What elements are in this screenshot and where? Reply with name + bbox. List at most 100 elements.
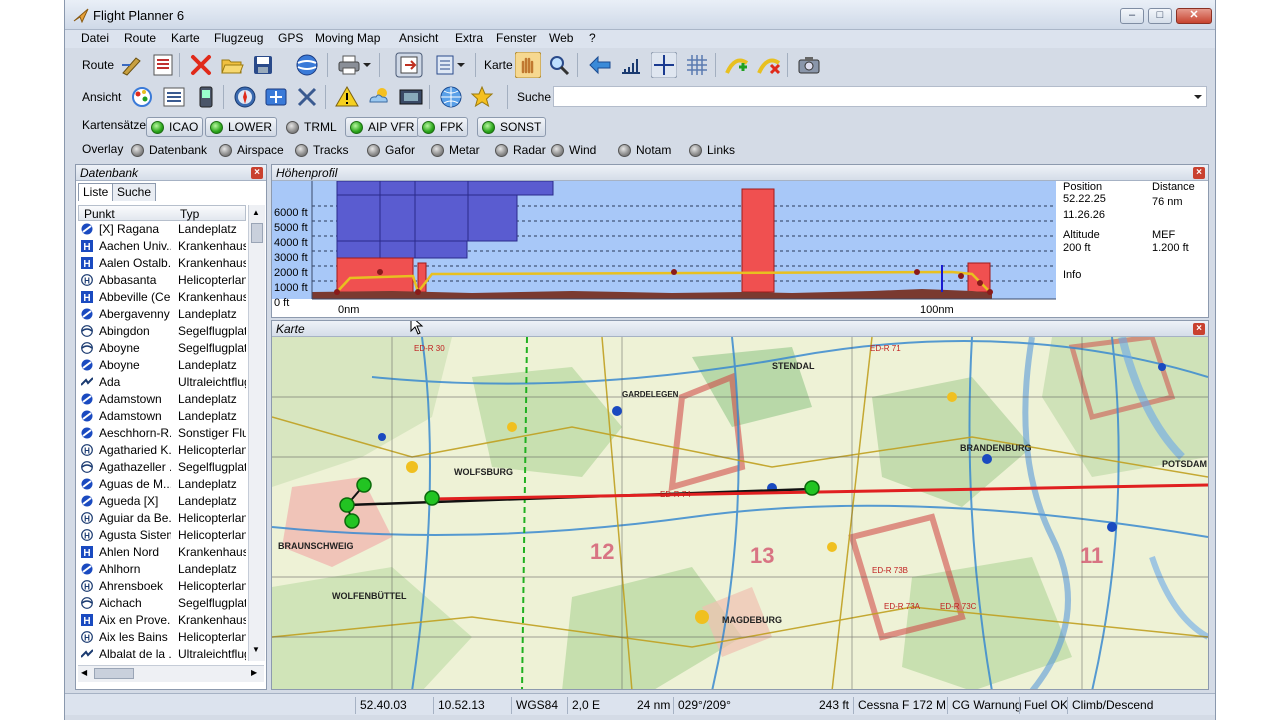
list-item[interactable]: Aeschhorn-R... Sonstiger Flug [78, 425, 246, 442]
edit-route-icon[interactable] [120, 53, 144, 77]
toggle-trml[interactable]: TRML [281, 117, 342, 137]
list-item[interactable]: Adamstown Landeplatz [78, 408, 246, 425]
vertical-scrollbar[interactable]: ▲ ▼ [248, 205, 265, 661]
aeronautical-map[interactable]: 12 13 11 WOLFSBURG BRAUNSCHWEIG MAGDEBUR… [272, 337, 1208, 690]
web-globe-icon[interactable] [439, 85, 463, 109]
globe-icon[interactable] [295, 53, 319, 77]
search-input[interactable] [553, 86, 1207, 107]
crosshair-icon[interactable] [651, 52, 677, 78]
tools-icon[interactable] [295, 85, 319, 109]
list-item[interactable]: Adamstown Landeplatz [78, 391, 246, 408]
airport-map-icon[interactable] [130, 85, 154, 109]
menu-karte[interactable]: Karte [171, 31, 200, 45]
list-item[interactable]: Albalat de la ... Ultraleichtflugp [78, 646, 246, 661]
menu-gps[interactable]: GPS [278, 31, 303, 45]
list-item[interactable]: H Ahlen Nord Krankenhaus [78, 544, 246, 561]
list-item[interactable]: H Agusta Sistemi Helicopterlanc [78, 527, 246, 544]
menu-datei[interactable]: Datei [81, 31, 109, 45]
open-folder-icon[interactable] [220, 53, 244, 77]
toggle-aip-vfr[interactable]: AIP VFR [345, 117, 420, 137]
delete-route-icon[interactable] [189, 53, 213, 77]
overlay-airspace[interactable]: Airspace [219, 142, 284, 158]
overlay-notam[interactable]: Notam [618, 142, 671, 158]
zoom-icon[interactable] [547, 53, 571, 77]
scroll-down-icon[interactable]: ▼ [252, 645, 260, 654]
horizontal-scrollbar[interactable]: ◀ ▶ [78, 665, 264, 682]
toggle-icao[interactable]: ICAO [146, 117, 204, 137]
overlay-tracks[interactable]: Tracks [295, 142, 349, 158]
list-item[interactable]: [X] Ragana Landeplatz [78, 221, 246, 238]
maximize-button[interactable]: □ [1148, 8, 1172, 24]
close-icon[interactable]: × [1193, 167, 1205, 179]
grid-icon[interactable] [685, 53, 709, 77]
close-button[interactable]: ✕ [1176, 8, 1212, 24]
scroll-thumb[interactable] [94, 668, 134, 679]
list-view-icon[interactable] [162, 85, 186, 109]
overlay-radar[interactable]: Radar [495, 142, 546, 158]
list-item[interactable]: H Agatharied K... Helicopterlanc [78, 442, 246, 459]
list-item[interactable]: Abergavenny Landeplatz [78, 306, 246, 323]
remove-waypoint-icon[interactable] [757, 53, 781, 77]
list-item[interactable]: H Aachen Univ... Krankenhaus [78, 238, 246, 255]
overlay-datenbank[interactable]: Datenbank [131, 142, 207, 158]
tab-liste[interactable]: Liste [78, 183, 114, 201]
toggle-fpk[interactable]: FPK [417, 117, 469, 137]
save-icon[interactable] [251, 53, 275, 77]
menu-route[interactable]: Route [124, 31, 156, 45]
list-item[interactable]: H Aix en Prove... Krankenhaus [78, 612, 246, 629]
menu-fenster[interactable]: Fenster [496, 31, 537, 45]
weather-icon[interactable] [367, 85, 391, 109]
list-item[interactable]: Ahlhorn Landeplatz [78, 561, 246, 578]
arrow-left-right-icon[interactable] [588, 53, 612, 77]
list-item[interactable]: Aboyne Segelflugplatz [78, 340, 246, 357]
menu-web[interactable]: Web [549, 31, 573, 45]
close-icon[interactable]: × [1193, 323, 1205, 335]
list-item[interactable]: H Ahrensboek Helicopterlanc [78, 578, 246, 595]
list-item[interactable]: H Abbeville (Ce... Krankenhaus [78, 289, 246, 306]
chevron-down-icon[interactable] [455, 53, 467, 77]
list-item[interactable]: Aboyne Landeplatz [78, 357, 246, 374]
route-list-icon[interactable] [151, 53, 175, 77]
list-item[interactable]: Aichach Segelflugplatz [78, 595, 246, 612]
camera-icon[interactable] [797, 53, 821, 77]
print-icon[interactable] [337, 53, 361, 77]
list-item[interactable]: Agathazeller ... Segelflugplatz [78, 459, 246, 476]
list-item[interactable]: Abingdon Segelflugplatz [78, 323, 246, 340]
add-waypoint-icon[interactable] [725, 53, 749, 77]
scroll-up-icon[interactable]: ▲ [252, 208, 260, 217]
favorite-star-icon[interactable] [470, 85, 494, 109]
altitude-profile-chart[interactable] [272, 181, 1056, 317]
menu-flugzeug[interactable]: Flugzeug [214, 31, 263, 45]
menu-ansicht[interactable]: Ansicht [399, 31, 438, 45]
overlay-metar[interactable]: Metar [431, 142, 480, 158]
toggle-lower[interactable]: LOWER [205, 117, 278, 137]
column-punkt[interactable]: Punkt [84, 207, 115, 221]
column-typ[interactable]: Typ [180, 207, 199, 221]
list-item[interactable]: H Abbasanta Helicopterlanc [78, 272, 246, 289]
scroll-thumb[interactable] [251, 223, 263, 243]
tab-suche[interactable]: Suche [112, 183, 157, 201]
menu-moving-map[interactable]: Moving Map [315, 31, 380, 45]
chevron-down-icon[interactable] [361, 53, 373, 77]
list-item[interactable]: H Aguiar da Be... Helicopterlanc [78, 510, 246, 527]
list-item[interactable]: Ada Ultraleichtflugp [78, 374, 246, 391]
toggle-sonst[interactable]: SONST [477, 117, 547, 137]
scroll-left-icon[interactable]: ◀ [81, 668, 87, 677]
compass-icon[interactable] [233, 85, 257, 109]
list-item[interactable]: H Aalen Ostalb... Krankenhaus [78, 255, 246, 272]
list-item[interactable]: Aguas de M... Landeplatz [78, 476, 246, 493]
close-icon[interactable]: × [251, 167, 263, 179]
menu-extra[interactable]: Extra [455, 31, 483, 45]
export-icon[interactable] [395, 52, 423, 78]
minimize-button[interactable]: – [1120, 8, 1144, 24]
overlay-links[interactable]: Links [689, 142, 735, 158]
scale-icon[interactable] [619, 53, 643, 77]
list-item[interactable]: Agueda [X] Landeplatz [78, 493, 246, 510]
pan-hand-icon[interactable] [515, 52, 541, 78]
overlay-wind[interactable]: Wind [551, 142, 596, 158]
warning-icon[interactable] [335, 85, 359, 109]
gps-device-icon[interactable] [194, 85, 218, 109]
calculator-icon[interactable] [264, 85, 288, 109]
overlay-gafor[interactable]: Gafor [367, 142, 415, 158]
chevron-down-icon[interactable] [1193, 92, 1203, 102]
